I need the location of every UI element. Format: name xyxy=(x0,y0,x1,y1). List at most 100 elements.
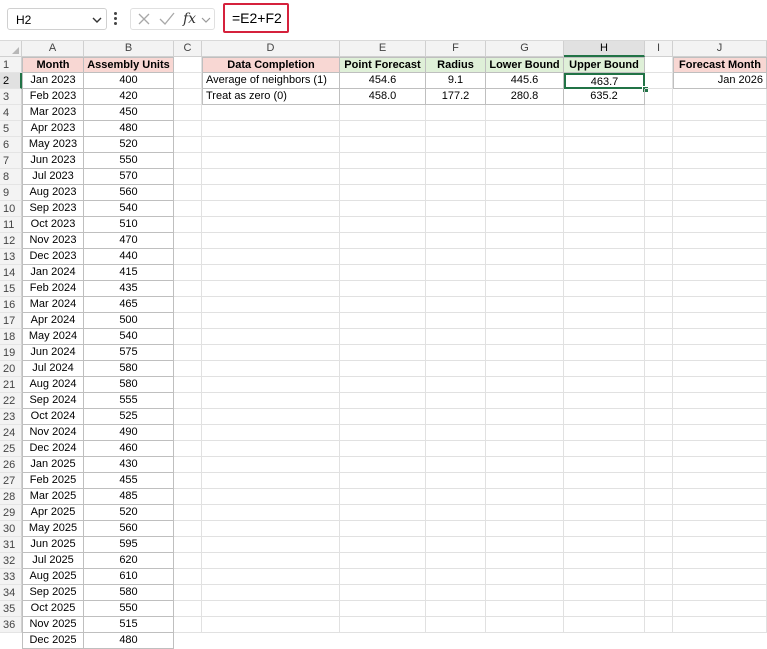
point-forecast-cell[interactable]: 458.0 xyxy=(340,89,426,105)
empty-cell[interactable] xyxy=(174,281,202,297)
row-header-31[interactable]: 31 xyxy=(0,537,22,553)
lower-bound-header[interactable]: Lower Bound xyxy=(486,57,564,73)
month-cell[interactable]: Sep 2023 xyxy=(22,201,84,217)
empty-cell[interactable] xyxy=(645,249,673,265)
empty-cell[interactable] xyxy=(645,457,673,473)
confirm-check-icon[interactable] xyxy=(159,12,175,29)
empty-cell[interactable] xyxy=(564,441,645,457)
month-cell[interactable]: Feb 2024 xyxy=(22,281,84,297)
empty-cell[interactable] xyxy=(202,505,340,521)
formula-input[interactable]: =E2+F2 xyxy=(223,3,289,33)
empty-cell[interactable] xyxy=(426,505,486,521)
forecast-month-cell[interactable]: Jan 2026 xyxy=(673,73,767,89)
units-cell[interactable]: 400 xyxy=(84,73,174,89)
empty-cell[interactable] xyxy=(426,617,486,633)
empty-cell[interactable] xyxy=(673,345,767,361)
month-cell[interactable]: May 2023 xyxy=(22,137,84,153)
empty-cell[interactable] xyxy=(202,265,340,281)
empty-cell[interactable] xyxy=(202,377,340,393)
name-box[interactable]: H2 xyxy=(7,8,107,30)
units-cell[interactable]: 580 xyxy=(84,585,174,601)
empty-cell[interactable] xyxy=(486,489,564,505)
data-completion-header[interactable]: Data Completion xyxy=(202,57,340,73)
empty-cell[interactable] xyxy=(340,265,426,281)
empty-cell[interactable] xyxy=(673,489,767,505)
row-header-28[interactable]: 28 xyxy=(0,489,22,505)
method-cell[interactable]: Average of neighbors (1) xyxy=(202,73,340,89)
units-cell[interactable]: 560 xyxy=(84,521,174,537)
empty-cell[interactable] xyxy=(426,409,486,425)
empty-cell[interactable] xyxy=(564,585,645,601)
empty-cell[interactable] xyxy=(202,473,340,489)
month-cell[interactable]: Apr 2025 xyxy=(22,505,84,521)
row-header-20[interactable]: 20 xyxy=(0,361,22,377)
units-cell[interactable]: 480 xyxy=(84,121,174,137)
empty-cell[interactable] xyxy=(340,313,426,329)
empty-cell[interactable] xyxy=(174,297,202,313)
empty-cell[interactable] xyxy=(426,521,486,537)
empty-cell[interactable] xyxy=(645,137,673,153)
empty-cell[interactable] xyxy=(673,361,767,377)
month-cell[interactable]: Mar 2025 xyxy=(22,489,84,505)
empty-cell[interactable] xyxy=(673,281,767,297)
empty-cell[interactable] xyxy=(673,537,767,553)
row-header-4[interactable]: 4 xyxy=(0,105,22,121)
month-cell[interactable]: Oct 2025 xyxy=(22,601,84,617)
empty-cell[interactable] xyxy=(340,537,426,553)
month-cell[interactable]: Apr 2024 xyxy=(22,313,84,329)
empty-cell[interactable] xyxy=(202,233,340,249)
empty-cell[interactable] xyxy=(486,585,564,601)
empty-cell[interactable] xyxy=(426,313,486,329)
empty-cell[interactable] xyxy=(486,265,564,281)
empty-cell[interactable] xyxy=(645,297,673,313)
row-header-26[interactable]: 26 xyxy=(0,457,22,473)
empty-cell[interactable] xyxy=(202,393,340,409)
empty-cell[interactable] xyxy=(673,409,767,425)
empty-cell[interactable] xyxy=(564,233,645,249)
empty-cell[interactable] xyxy=(645,329,673,345)
empty-cell[interactable] xyxy=(645,425,673,441)
row-header-35[interactable]: 35 xyxy=(0,601,22,617)
empty-cell[interactable] xyxy=(426,585,486,601)
month-cell[interactable]: Aug 2024 xyxy=(22,377,84,393)
row-header-7[interactable]: 7 xyxy=(0,153,22,169)
empty-cell[interactable] xyxy=(174,313,202,329)
month-cell[interactable]: Jul 2025 xyxy=(22,553,84,569)
column-header-c[interactable]: C xyxy=(174,41,202,57)
empty-cell[interactable] xyxy=(486,121,564,137)
empty-cell[interactable] xyxy=(645,553,673,569)
row-header-36[interactable]: 36 xyxy=(0,617,22,633)
empty-cell[interactable] xyxy=(645,89,673,105)
empty-cell[interactable] xyxy=(174,249,202,265)
empty-cell[interactable] xyxy=(486,473,564,489)
empty-cell[interactable] xyxy=(564,377,645,393)
empty-cell[interactable] xyxy=(426,201,486,217)
empty-cell[interactable] xyxy=(174,121,202,137)
radius-cell[interactable]: 9.1 xyxy=(426,73,486,89)
empty-cell[interactable] xyxy=(564,457,645,473)
units-cell[interactable]: 540 xyxy=(84,329,174,345)
empty-cell[interactable] xyxy=(486,185,564,201)
empty-cell[interactable] xyxy=(564,297,645,313)
units-cell[interactable]: 550 xyxy=(84,601,174,617)
empty-cell[interactable] xyxy=(174,473,202,489)
empty-cell[interactable] xyxy=(564,569,645,585)
empty-cell[interactable] xyxy=(673,217,767,233)
empty-cell[interactable] xyxy=(645,201,673,217)
empty-cell[interactable] xyxy=(202,249,340,265)
column-header-f[interactable]: F xyxy=(426,41,486,57)
row-header-29[interactable]: 29 xyxy=(0,505,22,521)
empty-cell[interactable] xyxy=(174,169,202,185)
empty-cell[interactable] xyxy=(340,377,426,393)
empty-cell[interactable] xyxy=(174,89,202,105)
empty-cell[interactable] xyxy=(486,105,564,121)
empty-cell[interactable] xyxy=(202,425,340,441)
lower-bound-cell[interactable]: 280.8 xyxy=(486,89,564,105)
empty-cell[interactable] xyxy=(564,553,645,569)
units-cell[interactable]: 540 xyxy=(84,201,174,217)
row-header-23[interactable]: 23 xyxy=(0,409,22,425)
empty-cell[interactable] xyxy=(673,473,767,489)
month-cell[interactable]: Dec 2023 xyxy=(22,249,84,265)
empty-cell[interactable] xyxy=(486,457,564,473)
units-cell[interactable]: 455 xyxy=(84,473,174,489)
